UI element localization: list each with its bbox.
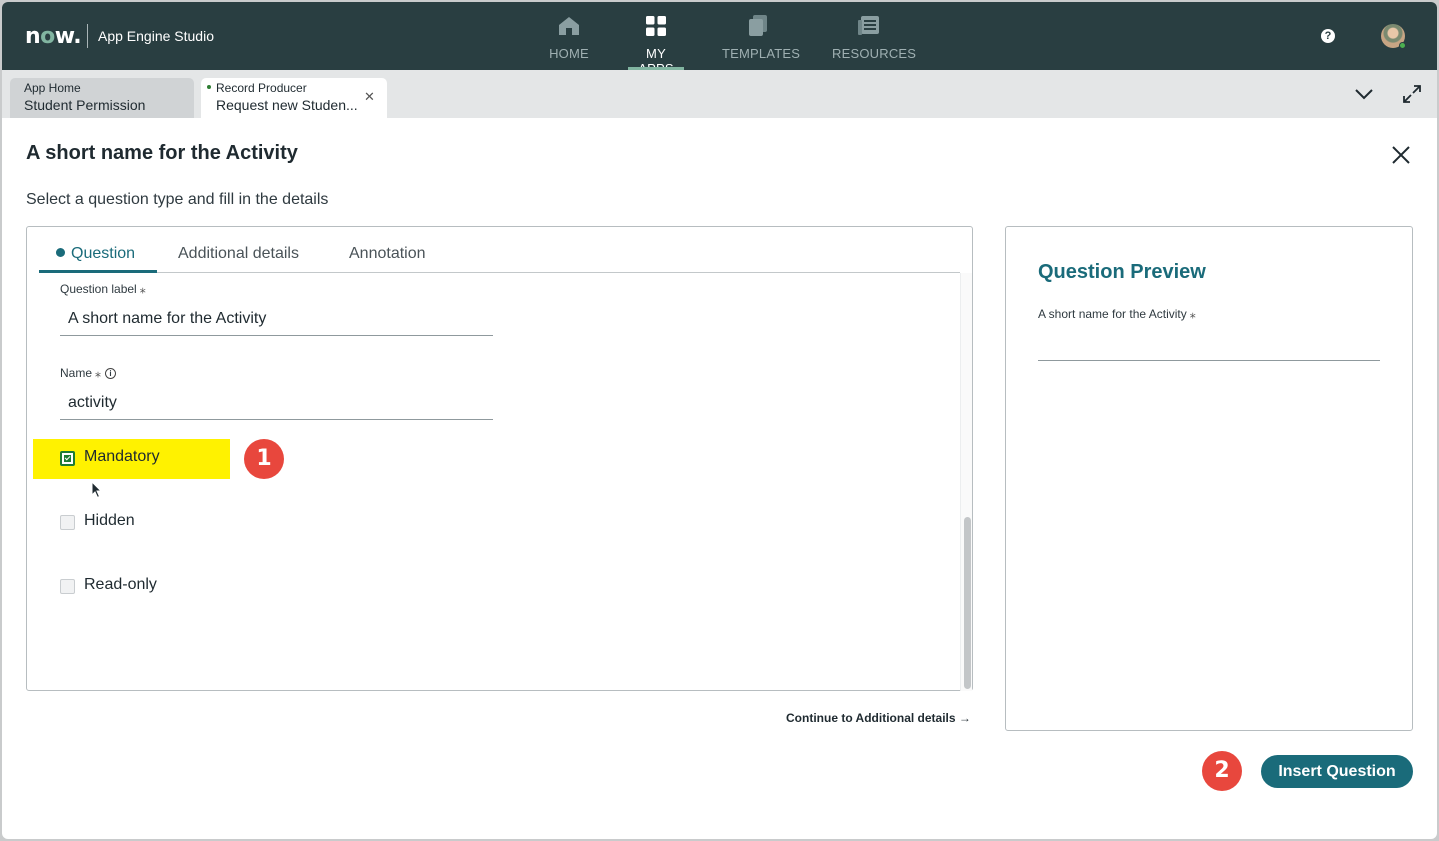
name-field-label: Name ⁎ i xyxy=(60,366,117,380)
resources-icon xyxy=(832,14,906,38)
vertical-scrollbar[interactable] xyxy=(960,273,972,691)
preview-title: Question Preview xyxy=(1038,261,1206,283)
read-only-label: Read-only xyxy=(84,576,157,593)
workspace-tab-bar: App Home Student Permission Record Produ… xyxy=(2,70,1437,118)
chevron-down-icon[interactable] xyxy=(1354,84,1374,104)
question-label-input[interactable]: A short name for the Activity xyxy=(60,304,493,336)
continue-to-additional-details-link[interactable]: Continue to Additional details → xyxy=(786,711,971,725)
active-tab-indicator xyxy=(39,270,157,273)
servicenow-logo[interactable]: now. xyxy=(25,24,82,49)
tab-record-producer[interactable]: Record Producer Request new Studen... ✕ xyxy=(201,78,387,118)
mandatory-label: Mandatory xyxy=(84,448,160,465)
step-badge-1: 1 xyxy=(244,439,284,479)
name-input[interactable]: activity xyxy=(60,388,493,420)
nav-home-label: HOME xyxy=(549,46,589,61)
expand-icon[interactable] xyxy=(1402,84,1422,104)
tab-subtitle: Student Permission xyxy=(24,97,146,113)
nav-home[interactable]: HOME xyxy=(548,14,590,70)
app-window: now. App Engine Studio HOME MY APPS TEMP… xyxy=(2,2,1437,839)
checkbox-unchecked[interactable] xyxy=(60,579,75,594)
nav-resources[interactable]: RESOURCES xyxy=(832,14,917,70)
app-name: App Engine Studio xyxy=(98,28,214,44)
required-marker: ⁎ xyxy=(1189,307,1196,321)
tab-title: App Home xyxy=(24,81,81,95)
question-form-panel: Question Additional details Annotation Q… xyxy=(26,226,973,691)
grid-icon xyxy=(628,14,684,38)
tab-close-icon[interactable]: ✕ xyxy=(364,89,375,105)
tab-annotation[interactable]: Annotation xyxy=(349,245,426,263)
logo-divider xyxy=(87,24,88,48)
active-dot xyxy=(56,248,65,258)
question-label-field-label: Question label ⁎ xyxy=(60,282,146,296)
tab-question-label: Question xyxy=(71,245,136,262)
nav-resources-label: RESOURCES xyxy=(832,46,917,61)
info-icon[interactable]: i xyxy=(105,368,117,380)
step-badge-2: 2 xyxy=(1202,751,1242,791)
tab-question[interactable]: Question xyxy=(56,245,135,263)
insert-question-button[interactable]: Insert Question xyxy=(1261,755,1413,788)
help-icon[interactable]: ? xyxy=(1321,29,1335,43)
top-nav: now. App Engine Studio HOME MY APPS TEMP… xyxy=(2,2,1437,76)
required-marker: ⁎ xyxy=(139,282,146,296)
nav-templates-label: TEMPLATES xyxy=(722,46,801,61)
nav-my-apps[interactable]: MY APPS xyxy=(628,14,684,76)
tab-app-home[interactable]: App Home Student Permission xyxy=(10,78,194,118)
panel-tabs: Question Additional details Annotation xyxy=(39,227,960,273)
checkbox-checked[interactable] xyxy=(60,451,75,466)
hidden-label: Hidden xyxy=(84,512,135,529)
checkbox-unchecked[interactable] xyxy=(60,515,75,530)
required-marker: ⁎ xyxy=(95,366,102,380)
preview-input[interactable] xyxy=(1038,360,1380,361)
nav-templates[interactable]: TEMPLATES xyxy=(722,14,801,70)
page-title: A short name for the Activity xyxy=(26,142,298,164)
tab-subtitle: Request new Studen... xyxy=(216,97,358,113)
home-icon xyxy=(548,14,590,38)
close-icon[interactable] xyxy=(1390,144,1412,166)
mouse-cursor-icon xyxy=(91,481,103,499)
question-preview-panel: Question Preview A short name for the Ac… xyxy=(1005,226,1413,731)
scrollbar-thumb[interactable] xyxy=(964,517,971,689)
unsaved-indicator xyxy=(207,84,211,89)
tab-title: Record Producer xyxy=(216,81,307,95)
online-status-indicator xyxy=(1399,42,1406,49)
preview-field-label: A short name for the Activity ⁎ xyxy=(1038,307,1196,321)
page-subtitle: Select a question type and fill in the d… xyxy=(26,191,329,208)
templates-icon xyxy=(722,14,794,38)
tab-additional-details[interactable]: Additional details xyxy=(178,245,299,263)
